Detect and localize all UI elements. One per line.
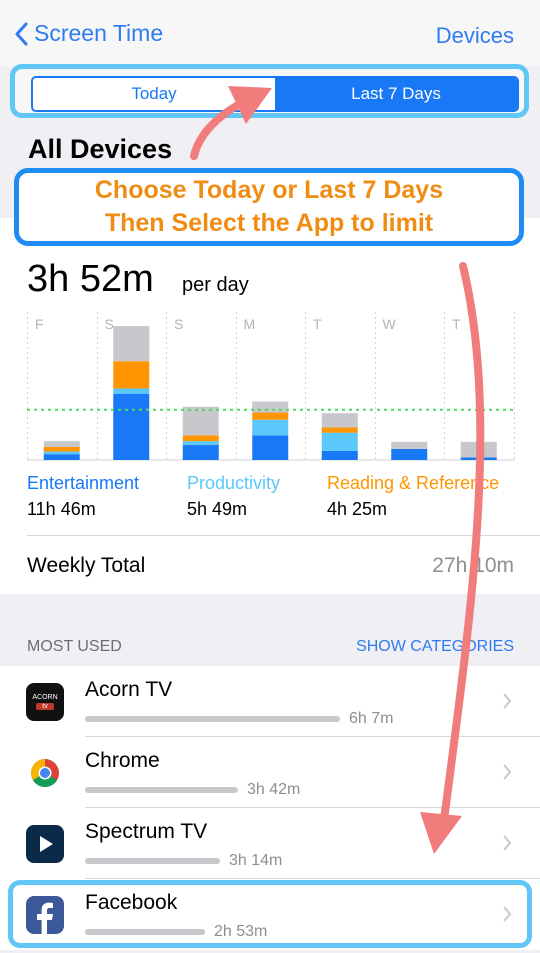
average-time: 3h 52m <box>27 258 154 300</box>
spectrum-tv-icon <box>26 825 64 863</box>
weekly-total-value: 27h 10m <box>432 554 514 577</box>
acorn-tv-icon-badge: tv <box>36 703 54 710</box>
app-row-spectrum-tv[interactable]: Spectrum TV 3h 14m <box>0 808 540 879</box>
app-duration: 3h 14m <box>229 852 283 869</box>
chevron-left-icon <box>15 22 28 45</box>
most-used-list: ACORN tv Acorn TV 6h 7m Chrome 3h 42m Sp… <box>0 666 540 950</box>
navigation-bar: Screen Time Devices <box>0 0 540 66</box>
section-title: All Devices <box>28 134 173 164</box>
callout-line-2: Then Select the App to limit <box>104 209 434 237</box>
callout-line-1: Choose Today or Last 7 Days <box>94 176 444 204</box>
category-name: Productivity <box>187 473 281 493</box>
most-used-header: MOST USED <box>27 638 122 655</box>
bar-segment-other <box>460 441 497 458</box>
app-name: Facebook <box>85 891 178 914</box>
back-button[interactable]: Screen Time <box>14 20 163 47</box>
day-label: T <box>313 316 322 332</box>
usage-bar <box>85 858 220 864</box>
app-name: Spectrum TV <box>85 820 208 843</box>
bar-segment-productivity <box>43 451 80 455</box>
bar-segment-entertainment <box>460 457 497 460</box>
day-label: T <box>452 316 461 332</box>
show-categories-button[interactable]: SHOW CATEGORIES <box>356 638 514 656</box>
chevron-right-icon <box>503 693 512 709</box>
bar-segment-reading-reference <box>43 447 80 452</box>
app-duration: 2h 53m <box>214 923 268 940</box>
day-label: F <box>35 316 44 332</box>
bar-segment-entertainment <box>252 435 289 460</box>
app-duration: 3h 42m <box>247 781 301 798</box>
segment-last-7-days[interactable]: Last 7 Days <box>275 78 517 110</box>
bar-segment-productivity <box>113 388 150 394</box>
bar-segment-entertainment <box>113 393 150 460</box>
instruction-callout: Choose Today or Last 7 Days Then Select … <box>14 168 524 246</box>
bar-segment-productivity <box>182 441 219 446</box>
bar-segment-productivity <box>321 432 358 451</box>
bar-segment-reading-reference <box>252 412 289 420</box>
back-label: Screen Time <box>34 20 164 46</box>
usage-bar <box>85 929 205 935</box>
divider <box>27 535 540 536</box>
bar-segment-reading-reference <box>182 435 219 442</box>
facebook-icon <box>26 896 64 934</box>
bar-segment-entertainment <box>43 454 80 460</box>
bar-segment-other <box>391 441 428 449</box>
devices-button[interactable]: Devices <box>436 23 514 49</box>
day-label: S <box>105 316 114 332</box>
bar-segment-other <box>182 406 219 436</box>
bar-segment-other <box>321 413 358 428</box>
bar-segment-entertainment <box>182 445 219 460</box>
segment-today[interactable]: Today <box>33 78 275 110</box>
average-unit: per day <box>182 274 249 296</box>
day-label: W <box>383 316 397 332</box>
category-reading-reference: Reading & Reference 4h 25m <box>327 473 499 520</box>
app-name: Chrome <box>85 749 160 772</box>
usage-bar <box>85 716 340 722</box>
weekly-total-label: Weekly Total <box>27 554 146 577</box>
bar-segment-other <box>113 326 150 362</box>
category-value: 11h 46m <box>27 499 96 519</box>
chevron-right-icon <box>503 835 512 851</box>
bar-segment-entertainment <box>321 450 358 460</box>
app-row-acorn-tv[interactable]: ACORN tv Acorn TV 6h 7m <box>0 666 540 737</box>
app-duration: 6h 7m <box>349 710 394 727</box>
usage-bar <box>85 787 238 793</box>
chevron-right-icon <box>503 906 512 922</box>
chevron-right-icon <box>503 764 512 780</box>
category-entertainment: Entertainment 11h 46m <box>27 473 139 520</box>
usage-summary-card: 3h 52m per day F S S M T W T Entertainment 11h… <box>0 218 540 594</box>
segment-annotation-frame: Today Last 7 Days <box>10 64 529 118</box>
app-name: Acorn TV <box>85 678 173 701</box>
bar-segment-productivity <box>252 419 289 436</box>
acorn-tv-icon-text: ACORN <box>32 694 58 701</box>
acorn-tv-icon: ACORN tv <box>26 683 64 721</box>
category-productivity: Productivity 5h 49m <box>187 473 280 520</box>
category-value: 4h 25m <box>327 499 388 519</box>
range-segmented-control: Today Last 7 Days <box>31 76 519 112</box>
bar-segment-reading-reference <box>113 361 150 389</box>
bar-segment-other <box>43 441 80 447</box>
bar-segment-reading-reference <box>321 427 358 433</box>
category-value: 5h 49m <box>187 499 248 519</box>
app-row-facebook[interactable]: Facebook 2h 53m <box>0 879 540 950</box>
bar-segment-entertainment <box>391 448 428 460</box>
chrome-icon <box>26 754 64 792</box>
day-label: S <box>174 316 183 332</box>
category-name: Entertainment <box>27 473 140 493</box>
weekly-usage-chart[interactable]: FSSMTWT <box>27 312 515 462</box>
app-row-chrome[interactable]: Chrome 3h 42m <box>0 737 540 808</box>
day-label: M <box>244 316 256 332</box>
bar-segment-other <box>252 401 289 413</box>
category-name: Reading & Reference <box>327 473 500 493</box>
